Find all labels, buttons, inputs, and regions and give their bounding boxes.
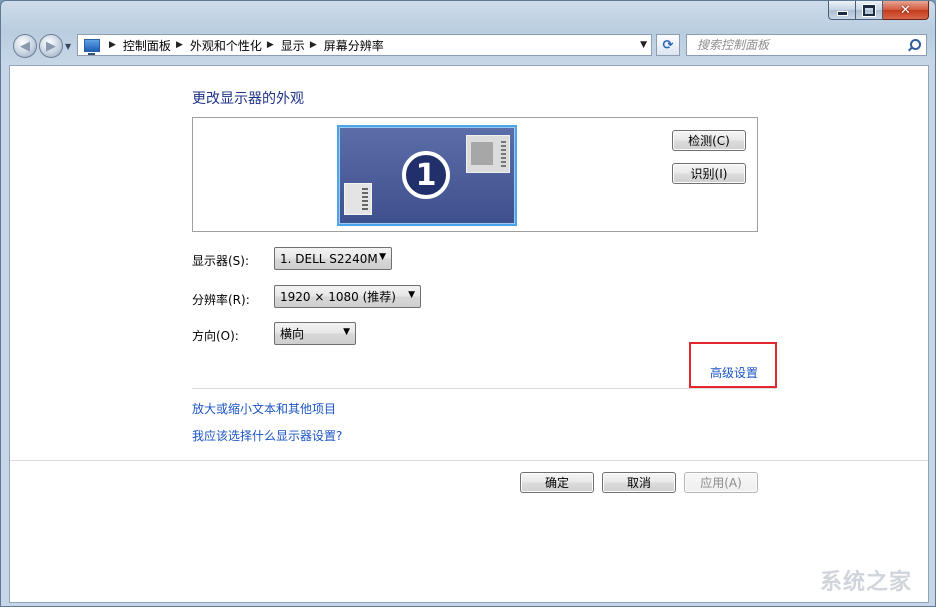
detect-button[interactable]: 检测(C) <box>672 130 746 151</box>
cancel-button[interactable]: 取消 <box>602 472 676 493</box>
display-settings-help-link[interactable]: 我应该选择什么显示器设置? <box>192 427 342 444</box>
recent-pages-dropdown[interactable]: ▼ <box>65 42 71 51</box>
maximize-icon <box>863 4 875 16</box>
search-input[interactable] <box>695 37 908 53</box>
breadcrumb-display[interactable]: 显示 <box>281 37 305 54</box>
orientation-select[interactable]: 横向 ▼ <box>274 322 356 345</box>
minimize-icon <box>836 10 848 16</box>
breadcrumb-chevron-icon[interactable]: ▶ <box>176 40 183 50</box>
divider <box>192 388 776 389</box>
minimize-button[interactable] <box>828 1 856 20</box>
resolution-select-value: 1920 × 1080 (推荐) <box>280 290 396 304</box>
back-button[interactable]: ◀ <box>13 34 37 58</box>
search-icon[interactable] <box>908 39 921 51</box>
address-bar[interactable]: ▶ 控制面板 ▶ 外观和个性化 ▶ 显示 ▶ 屏幕分辨率 ▼ <box>77 34 652 56</box>
breadcrumb-chevron-icon[interactable]: ▶ <box>267 40 274 50</box>
monitor-number-badge: 1 <box>402 151 450 199</box>
close-button[interactable]: ✕ <box>883 1 929 20</box>
display-label: 显示器(S): <box>192 254 250 268</box>
display-select-value: 1. DELL S2240M <box>280 251 378 266</box>
desktop-window-preview <box>344 183 372 215</box>
advanced-settings-link[interactable]: 高级设置 <box>710 364 758 381</box>
breadcrumb-chevron-icon[interactable]: ▶ <box>109 40 116 50</box>
orientation-label: 方向(O): <box>192 329 239 343</box>
address-dropdown-icon[interactable]: ▼ <box>640 40 647 50</box>
control-panel-icon <box>84 38 100 55</box>
display-select[interactable]: 1. DELL S2240M ▼ <box>274 247 392 270</box>
search-box[interactable] <box>686 34 927 56</box>
maximize-button[interactable] <box>856 1 883 20</box>
watermark: 系统之家 <box>819 570 912 595</box>
forward-button[interactable]: ▶ <box>39 34 63 58</box>
refresh-icon: ⟳ <box>662 37 674 53</box>
monitor-1-thumbnail[interactable]: 1 <box>337 125 517 226</box>
resolution-label: 分辨率(R): <box>192 293 250 307</box>
desktop-window-preview <box>466 135 510 173</box>
content-pane: 更改显示器的外观 1 检测(C) 识别(I) 显示器(S): 1. DELL S… <box>9 65 929 603</box>
orientation-select-value: 横向 <box>280 327 305 341</box>
breadcrumb-chevron-icon[interactable]: ▶ <box>310 40 317 50</box>
ok-button[interactable]: 确定 <box>520 472 594 493</box>
back-arrow-icon: ◀ <box>20 38 30 54</box>
apply-button: 应用(A) <box>684 472 758 493</box>
identify-button[interactable]: 识别(I) <box>672 163 746 184</box>
divider <box>10 460 928 461</box>
window-frame: ✕ ◀ ▶ ▼ ▶ 控制面板 ▶ 外观和个性化 ▶ 显示 ▶ 屏幕分辨率 ▼ ⟳… <box>0 0 936 607</box>
breadcrumb-control-panel[interactable]: 控制面板 <box>123 37 171 54</box>
text-size-link[interactable]: 放大或缩小文本和其他项目 <box>192 400 336 417</box>
resolution-select[interactable]: 1920 × 1080 (推荐) ▼ <box>274 285 421 308</box>
breadcrumb-screen-resolution[interactable]: 屏幕分辨率 <box>324 37 384 54</box>
chevron-down-icon: ▼ <box>379 252 386 262</box>
breadcrumb-appearance[interactable]: 外观和个性化 <box>190 37 262 54</box>
refresh-button[interactable]: ⟳ <box>656 34 680 56</box>
chevron-down-icon: ▼ <box>408 290 415 300</box>
caption-buttons: ✕ <box>828 1 929 20</box>
page-title: 更改显示器的外观 <box>192 91 304 107</box>
chevron-down-icon: ▼ <box>343 327 350 337</box>
forward-arrow-icon: ▶ <box>46 38 56 54</box>
close-icon: ✕ <box>900 2 911 18</box>
